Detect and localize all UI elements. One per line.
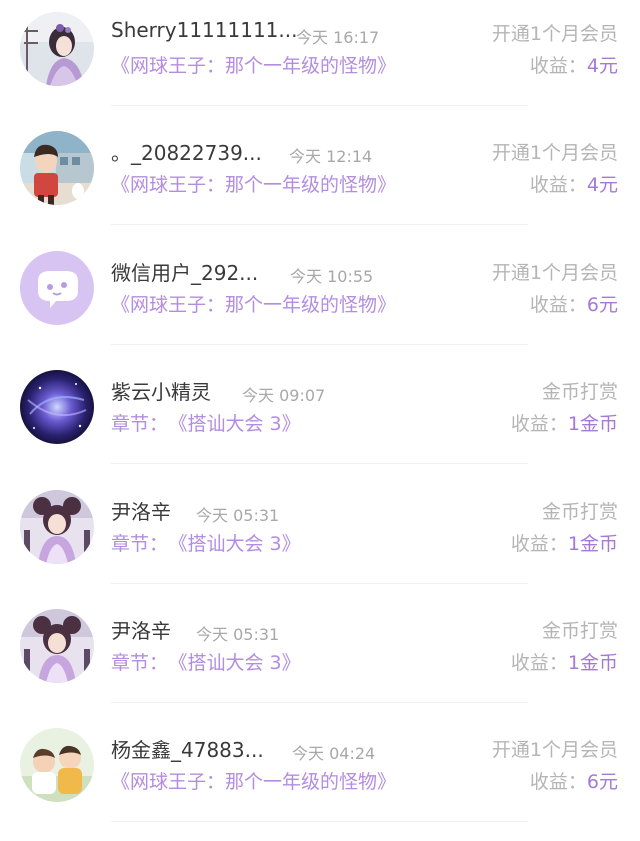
record-time: 今天 09:07 xyxy=(242,386,326,405)
avatar[interactable] xyxy=(20,370,94,444)
earning-type: 金币打赏 xyxy=(541,620,618,642)
earning-type: 金币打赏 xyxy=(541,501,618,523)
earning-amount: 6元 xyxy=(586,771,618,793)
record-row[interactable]: Sherry11111111... 今天 16:17 《网球王子：那个一年级的怪… xyxy=(0,6,640,125)
anime-girl-purple-avatar-icon xyxy=(20,12,94,86)
earning-amount-line: 收益：6元 xyxy=(530,290,618,317)
user-name: 微信用户_292... xyxy=(111,261,259,285)
user-name: 紫云小精灵 xyxy=(111,380,211,404)
earning-amount-line: 收益：1金币 xyxy=(511,409,618,436)
earning-label: 收益： xyxy=(510,652,568,674)
avatar[interactable] xyxy=(20,131,94,205)
earning-type: 开通1个月会员 xyxy=(491,142,618,164)
work-prefix: 章节： xyxy=(111,413,169,435)
earning-label: 收益： xyxy=(510,533,568,555)
work-name: 《网球王子：那个一年级的怪物》 xyxy=(111,294,397,316)
earning-amount-line: 收益：1金币 xyxy=(511,648,618,675)
work-title[interactable]: 章节： 《搭讪大会 3》 xyxy=(111,648,301,675)
earning-type: 金币打赏 xyxy=(541,381,618,403)
work-title[interactable]: 《网球王子：那个一年级的怪物》 xyxy=(111,290,396,317)
work-name: 《网球王子：那个一年级的怪物》 xyxy=(111,174,397,196)
user-name: Sherry11111111... xyxy=(111,18,298,42)
work-title[interactable]: 章节： 《搭讪大会 3》 xyxy=(111,409,301,436)
work-name: 《网球王子：那个一年级的怪物》 xyxy=(111,771,397,793)
work-prefix: 章节： xyxy=(111,652,169,674)
earning-amount: 1金币 xyxy=(567,652,618,674)
earning-amount: 4元 xyxy=(586,55,618,77)
record-time: 今天 10:55 xyxy=(290,267,374,286)
earning-amount: 1金币 xyxy=(567,413,618,435)
row-divider xyxy=(111,583,528,584)
earning-amount: 1金币 xyxy=(567,533,618,555)
earning-amount: 4元 xyxy=(586,174,618,196)
earning-label: 收益： xyxy=(529,294,587,316)
two-babies-avatar-icon xyxy=(20,728,94,802)
work-title[interactable]: 《网球王子：那个一年级的怪物》 xyxy=(111,170,396,197)
galaxy-avatar-icon xyxy=(20,370,94,444)
row-divider xyxy=(111,821,528,822)
row-divider xyxy=(111,224,528,225)
earning-amount-line: 收益：4元 xyxy=(530,51,618,78)
record-row[interactable]: 。_20822739... 今天 12:14 《网球王子：那个一年级的怪物》 开… xyxy=(0,125,640,244)
row-divider xyxy=(111,344,528,345)
user-name: 尹洛辛 xyxy=(111,500,171,524)
user-name: 。_20822739... xyxy=(111,141,262,165)
earning-label: 收益： xyxy=(529,174,587,196)
chat-bubble-avatar-icon xyxy=(20,251,94,325)
work-name: 《搭讪大会 3》 xyxy=(178,652,301,674)
avatar[interactable] xyxy=(20,490,94,564)
earning-type: 开通1个月会员 xyxy=(491,262,618,284)
record-row[interactable]: 尹洛辛 今天 05:31 章节： 《搭讪大会 3》 金币打赏 收益：1金币 xyxy=(0,603,640,722)
work-prefix: 章节： xyxy=(111,533,169,555)
record-row[interactable]: 尹洛辛 今天 05:31 章节： 《搭讪大会 3》 金币打赏 收益：1金币 xyxy=(0,484,640,603)
row-divider xyxy=(111,105,528,106)
cartoon-boy-avatar-icon xyxy=(20,131,94,205)
work-title[interactable]: 《网球王子：那个一年级的怪物》 xyxy=(111,51,396,78)
record-time: 今天 05:31 xyxy=(196,506,280,525)
earning-type: 开通1个月会员 xyxy=(491,739,618,761)
earning-amount-line: 收益：1金币 xyxy=(511,529,618,556)
earning-amount-line: 收益：6元 xyxy=(530,767,618,794)
user-name: 尹洛辛 xyxy=(111,619,171,643)
avatar[interactable] xyxy=(20,609,94,683)
record-row[interactable]: 杨金鑫_47883... 今天 04:24 《网球王子：那个一年级的怪物》 开通… xyxy=(0,722,640,841)
earning-label: 收益： xyxy=(510,413,568,435)
row-divider xyxy=(111,463,528,464)
anime-girl-twin-buns-avatar-icon xyxy=(20,490,94,564)
earnings-record-list: Sherry11111111... 今天 16:17 《网球王子：那个一年级的怪… xyxy=(0,0,640,840)
earning-amount-line: 收益：4元 xyxy=(530,170,618,197)
avatar[interactable] xyxy=(20,728,94,802)
earning-type: 开通1个月会员 xyxy=(491,23,618,45)
user-name: 杨金鑫_47883... xyxy=(111,738,264,762)
anime-girl-twin-buns-avatar-icon xyxy=(20,609,94,683)
work-name: 《搭讪大会 3》 xyxy=(178,533,301,555)
record-time: 今天 12:14 xyxy=(289,147,373,166)
earning-label: 收益： xyxy=(529,55,587,77)
work-name: 《网球王子：那个一年级的怪物》 xyxy=(111,55,397,77)
work-title[interactable]: 章节： 《搭讪大会 3》 xyxy=(111,529,301,556)
avatar[interactable] xyxy=(20,12,94,86)
avatar[interactable] xyxy=(20,251,94,325)
record-row[interactable]: 紫云小精灵 今天 09:07 章节： 《搭讪大会 3》 金币打赏 收益：1金币 xyxy=(0,364,640,483)
work-name: 《搭讪大会 3》 xyxy=(178,413,301,435)
row-divider xyxy=(111,702,528,703)
record-row[interactable]: 微信用户_292... 今天 10:55 《网球王子：那个一年级的怪物》 开通1… xyxy=(0,245,640,364)
record-time: 今天 16:17 xyxy=(296,28,380,47)
earning-amount: 6元 xyxy=(586,294,618,316)
earning-label: 收益： xyxy=(529,771,587,793)
record-time: 今天 04:24 xyxy=(292,744,376,763)
record-time: 今天 05:31 xyxy=(196,625,280,644)
work-title[interactable]: 《网球王子：那个一年级的怪物》 xyxy=(111,767,396,794)
